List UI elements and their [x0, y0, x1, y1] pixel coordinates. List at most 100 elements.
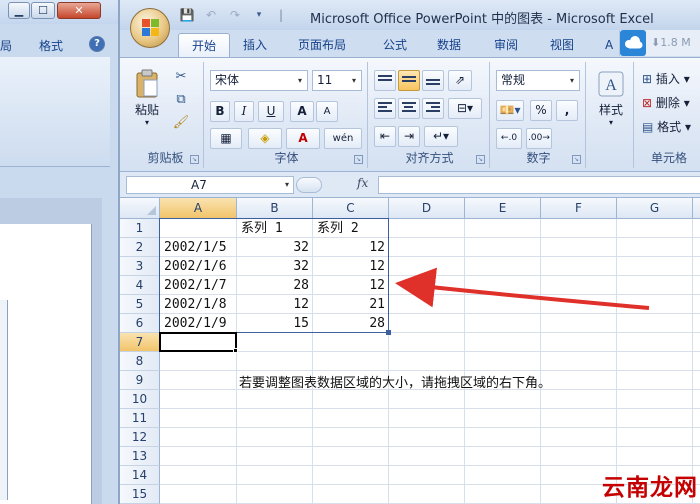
alignment-label: 对齐方式	[405, 151, 454, 165]
currency-button[interactable]: 💴▾	[496, 100, 524, 121]
align-center-button[interactable]	[398, 98, 420, 119]
font-label: 字体	[274, 151, 299, 165]
separator-icon: |	[278, 8, 284, 22]
tab-review[interactable]: 审阅	[494, 33, 518, 58]
underline-button[interactable]: U	[258, 101, 284, 122]
insert-function-button[interactable]: fx	[357, 176, 368, 190]
name-box[interactable]: A7 ▾	[126, 176, 294, 194]
orientation-button[interactable]: ⇗	[448, 70, 472, 91]
excel-window: 💾 ↶ ↷ ▾ | Microsoft Office PowerPoint 中的…	[118, 0, 700, 504]
font-name-value: 宋体	[215, 73, 240, 87]
borders-button[interactable]: ▦	[210, 128, 242, 149]
paste-button[interactable]: 粘贴 ▾	[130, 68, 164, 138]
bold-button[interactable]: B	[210, 101, 230, 122]
increase-decimal-button[interactable]: ←.0	[496, 128, 522, 149]
office-button[interactable]	[130, 8, 170, 48]
percent-button[interactable]: %	[530, 100, 552, 121]
chevron-down-icon: ▾	[297, 76, 302, 85]
format-painter-icon[interactable]: 🖌	[172, 114, 190, 132]
styles-label: 样式	[598, 103, 623, 117]
powerpoint-tabs: 局 格式 ?	[0, 33, 118, 57]
worksheet-grid[interactable]: ABCDEFG 1 2 3 4 5 6 7 8 9 10 11 12 13 14 15 系列 1 系列 2 20…	[120, 198, 700, 504]
styles-button[interactable]: A 样式 ▾	[592, 70, 630, 140]
cells-label: 单元格	[650, 151, 687, 165]
increase-indent-button[interactable]: ⇥	[398, 126, 420, 147]
close-icon[interactable]: ✕	[57, 2, 101, 19]
align-middle-button[interactable]	[398, 70, 420, 91]
powerpoint-titlebar: ▁ ☐ ✕	[0, 0, 118, 24]
wrap-text-button[interactable]: ↵▾	[424, 126, 458, 147]
powerpoint-ribbon	[0, 57, 110, 167]
decrease-decimal-button[interactable]: .00→	[526, 128, 552, 149]
number-format-value: 常规	[501, 73, 526, 87]
delete-cells-label: 删除	[655, 96, 680, 110]
powerpoint-scrollbar[interactable]	[0, 300, 8, 500]
format-cells-label: 格式	[657, 120, 682, 134]
maximize-icon[interactable]: ☐	[31, 2, 55, 19]
tab-formulas[interactable]: 公式	[383, 33, 407, 58]
font-color-button[interactable]: A	[286, 128, 320, 149]
undo-icon[interactable]: ↶	[202, 7, 220, 23]
tab-more[interactable]: A	[605, 33, 613, 58]
clipboard-launcher-icon[interactable]: ↘	[190, 155, 199, 164]
clipboard-group: 粘贴 ▾ ✂ ⧉ 🖌 剪贴板 ↘	[128, 62, 204, 168]
align-bottom-button[interactable]	[422, 70, 444, 91]
phonetic-button[interactable]: wén	[324, 128, 362, 149]
number-launcher-icon[interactable]: ↘	[572, 155, 581, 164]
formula-bar-splitter[interactable]	[296, 177, 322, 193]
cloud-icon	[620, 30, 646, 56]
tab-page-layout[interactable]: 页面布局	[298, 33, 346, 58]
save-icon[interactable]: 💾	[178, 7, 196, 23]
window-title: Microsoft Office PowerPoint 中的图表 - Micro…	[310, 12, 654, 27]
styles-dropdown-icon[interactable]: ▾	[592, 118, 630, 127]
fill-color-button[interactable]: ◈	[248, 128, 282, 149]
ribbon: 粘贴 ▾ ✂ ⧉ 🖌 剪贴板 ↘ 宋体 ▾ 11 ▾ B I U A A ▦ ◈…	[120, 57, 700, 172]
screen: ▁ ☐ ✕ 局 格式 ? 💾 ↶ ↷ ▾ | Microsoft Office …	[0, 0, 700, 504]
ppt-tab-format[interactable]: 格式	[39, 37, 63, 54]
grow-font-button[interactable]: A	[290, 101, 314, 122]
font-size-select[interactable]: 11 ▾	[312, 70, 362, 91]
insert-cells-button[interactable]: ⊞ 插入 ▾	[642, 70, 690, 87]
formula-bar: A7 ▾ fx	[120, 172, 700, 198]
formula-input[interactable]	[378, 176, 700, 194]
delete-cells-button[interactable]: ⊠ 删除 ▾	[642, 94, 690, 111]
customize-icon[interactable]: ▾	[250, 7, 268, 23]
red-arrow-annotation	[395, 267, 650, 310]
tab-view[interactable]: 视图	[550, 33, 574, 58]
italic-button[interactable]: I	[234, 101, 254, 122]
svg-text:A: A	[605, 77, 617, 94]
font-size-value: 11	[317, 73, 333, 87]
chevron-down-icon[interactable]: ▾	[285, 177, 289, 193]
insert-cells-icon: ⊞	[642, 72, 653, 86]
tab-home[interactable]: 开始	[178, 33, 230, 58]
chevron-down-icon: ▾	[569, 76, 574, 85]
alignment-launcher-icon[interactable]: ↘	[476, 155, 485, 164]
format-cells-button[interactable]: ▤ 格式 ▾	[642, 118, 691, 135]
align-right-button[interactable]	[422, 98, 444, 119]
cloud-speed: ⬇1.8 M	[651, 36, 691, 49]
align-left-button[interactable]	[374, 98, 396, 119]
watermark-logo: 云南龙网	[602, 475, 698, 501]
redo-icon[interactable]: ↷	[226, 7, 244, 23]
cut-icon[interactable]: ✂	[172, 68, 190, 86]
font-name-select[interactable]: 宋体 ▾	[210, 70, 308, 91]
cells-group: ⊞ 插入 ▾ ⊠ 删除 ▾ ▤ 格式 ▾ 单元格	[636, 62, 700, 168]
paste-label: 粘贴	[134, 103, 159, 117]
minimize-icon[interactable]: ▁	[8, 2, 30, 19]
shrink-font-button[interactable]: A	[316, 101, 338, 122]
tab-insert[interactable]: 插入	[243, 33, 267, 58]
copy-icon[interactable]: ⧉	[172, 91, 190, 109]
comma-button[interactable]: ,	[556, 100, 578, 121]
merge-center-button[interactable]: ⊟▾	[448, 98, 482, 119]
paste-dropdown-icon[interactable]: ▾	[130, 118, 164, 127]
number-group: 常规 ▾ 💴▾ % , ←.0 .00→ 数字 ↘	[492, 62, 586, 168]
number-format-select[interactable]: 常规 ▾	[496, 70, 580, 91]
powerpoint-slide[interactable]	[0, 224, 92, 504]
help-icon[interactable]: ?	[89, 36, 105, 52]
ppt-tab-layout[interactable]: 局	[0, 37, 12, 54]
cloud-badge[interactable]: ⬇1.8 M	[619, 30, 700, 56]
decrease-indent-button[interactable]: ⇤	[374, 126, 396, 147]
font-launcher-icon[interactable]: ↘	[354, 155, 363, 164]
align-top-button[interactable]	[374, 70, 396, 91]
tab-data[interactable]: 数据	[437, 33, 461, 58]
